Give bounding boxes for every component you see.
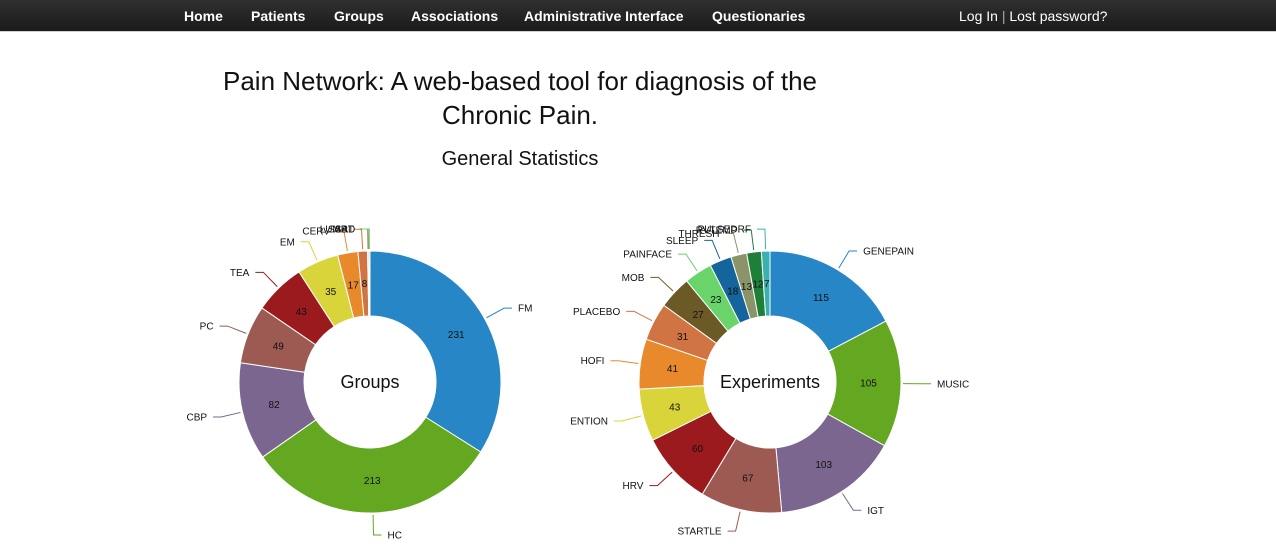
leader-line-hofi bbox=[610, 360, 639, 365]
value-label-thresh: 13 bbox=[741, 282, 753, 293]
leader-line-igt bbox=[842, 493, 862, 511]
leader-line-mob bbox=[650, 276, 674, 292]
value-label-startle: 67 bbox=[742, 473, 754, 484]
category-label-ssad: SSAD bbox=[328, 225, 355, 236]
category-label-igt: IGT bbox=[867, 506, 884, 517]
value-label-placebo: 31 bbox=[677, 332, 689, 343]
category-label-ention: ENTION bbox=[570, 416, 608, 427]
value-label-pc: 49 bbox=[273, 341, 285, 352]
value-label-lumb: 8 bbox=[362, 279, 368, 290]
leader-line-sleep bbox=[704, 239, 721, 260]
experiments-center-label: Experiments bbox=[720, 372, 820, 392]
leader-line-fm bbox=[486, 307, 513, 319]
leader-line-hc bbox=[372, 514, 382, 536]
leader-line-ention bbox=[614, 415, 642, 422]
charts-area: 231FM213HC82CBP49PC43TEA35EM17CERV8LUMBA… bbox=[187, 225, 970, 542]
groups-center-label: Groups bbox=[340, 372, 399, 392]
category-label-cbp: CBP bbox=[187, 413, 208, 424]
value-label-music: 105 bbox=[860, 379, 877, 390]
leader-line-em bbox=[300, 241, 318, 261]
leader-line-cbp bbox=[213, 411, 241, 418]
value-label-cbp: 82 bbox=[269, 400, 281, 411]
category-label-mob: MOB bbox=[622, 273, 645, 284]
value-label-hofi: 41 bbox=[667, 364, 679, 375]
category-label-hrv: HRV bbox=[622, 481, 643, 492]
leader-line-startle bbox=[727, 511, 741, 532]
leader-line-pc bbox=[219, 325, 247, 334]
leader-line-tea bbox=[255, 271, 278, 288]
value-label-painface: 23 bbox=[710, 295, 722, 306]
value-label-ention: 43 bbox=[669, 403, 681, 414]
leader-line-placebo bbox=[626, 310, 653, 322]
value-label-cerv: 17 bbox=[348, 280, 360, 291]
leader-line-hrv bbox=[649, 471, 673, 487]
category-label-pulsedrf: PULSEDRF bbox=[698, 225, 751, 236]
category-label-pc: PC bbox=[200, 322, 214, 333]
category-label-genepain: GENEPAIN bbox=[863, 247, 914, 258]
value-label-igt: 103 bbox=[815, 460, 832, 471]
value-label-genepain: 115 bbox=[813, 293, 829, 304]
slice-ssad[interactable] bbox=[368, 250, 371, 317]
category-label-hofi: HOFI bbox=[581, 356, 605, 367]
category-label-em: EM bbox=[280, 237, 295, 248]
leader-line-painface bbox=[678, 253, 698, 272]
category-label-fm: FM bbox=[518, 304, 532, 315]
category-label-startle: STARTLE bbox=[678, 527, 722, 538]
value-label-hrv: 60 bbox=[692, 444, 704, 455]
category-label-placebo: PLACEBO bbox=[573, 307, 620, 318]
value-label-em: 35 bbox=[325, 287, 337, 298]
value-label-rvtemp: 12 bbox=[752, 280, 764, 291]
category-label-hc: HC bbox=[388, 530, 402, 541]
leader-line-genepain bbox=[838, 250, 858, 269]
slice-fm[interactable] bbox=[369, 250, 502, 453]
value-label-pulsedrf: 7 bbox=[764, 279, 770, 290]
value-label-hc: 213 bbox=[364, 476, 381, 487]
leader-line-art bbox=[359, 228, 369, 250]
value-label-sleep: 18 bbox=[727, 286, 739, 297]
groups-donut-chart: 231FM213HC82CBP49PC43TEA35EM17CERV8LUMBA… bbox=[187, 225, 533, 542]
experiments-donut-chart: 115 GENEPAIN 105 MUSIC 103 IGT 67 STARTLE 60 HRV 4… bbox=[570, 225, 969, 538]
category-label-tea: TEA bbox=[230, 268, 250, 279]
leader-line-pulsedrf bbox=[756, 228, 767, 250]
category-label-painface: PAINFACE bbox=[623, 250, 672, 261]
value-label-fm: 231 bbox=[448, 330, 465, 341]
category-label-music: MUSIC bbox=[937, 379, 969, 390]
value-label-mob: 27 bbox=[693, 310, 705, 321]
value-label-tea: 43 bbox=[296, 307, 308, 318]
